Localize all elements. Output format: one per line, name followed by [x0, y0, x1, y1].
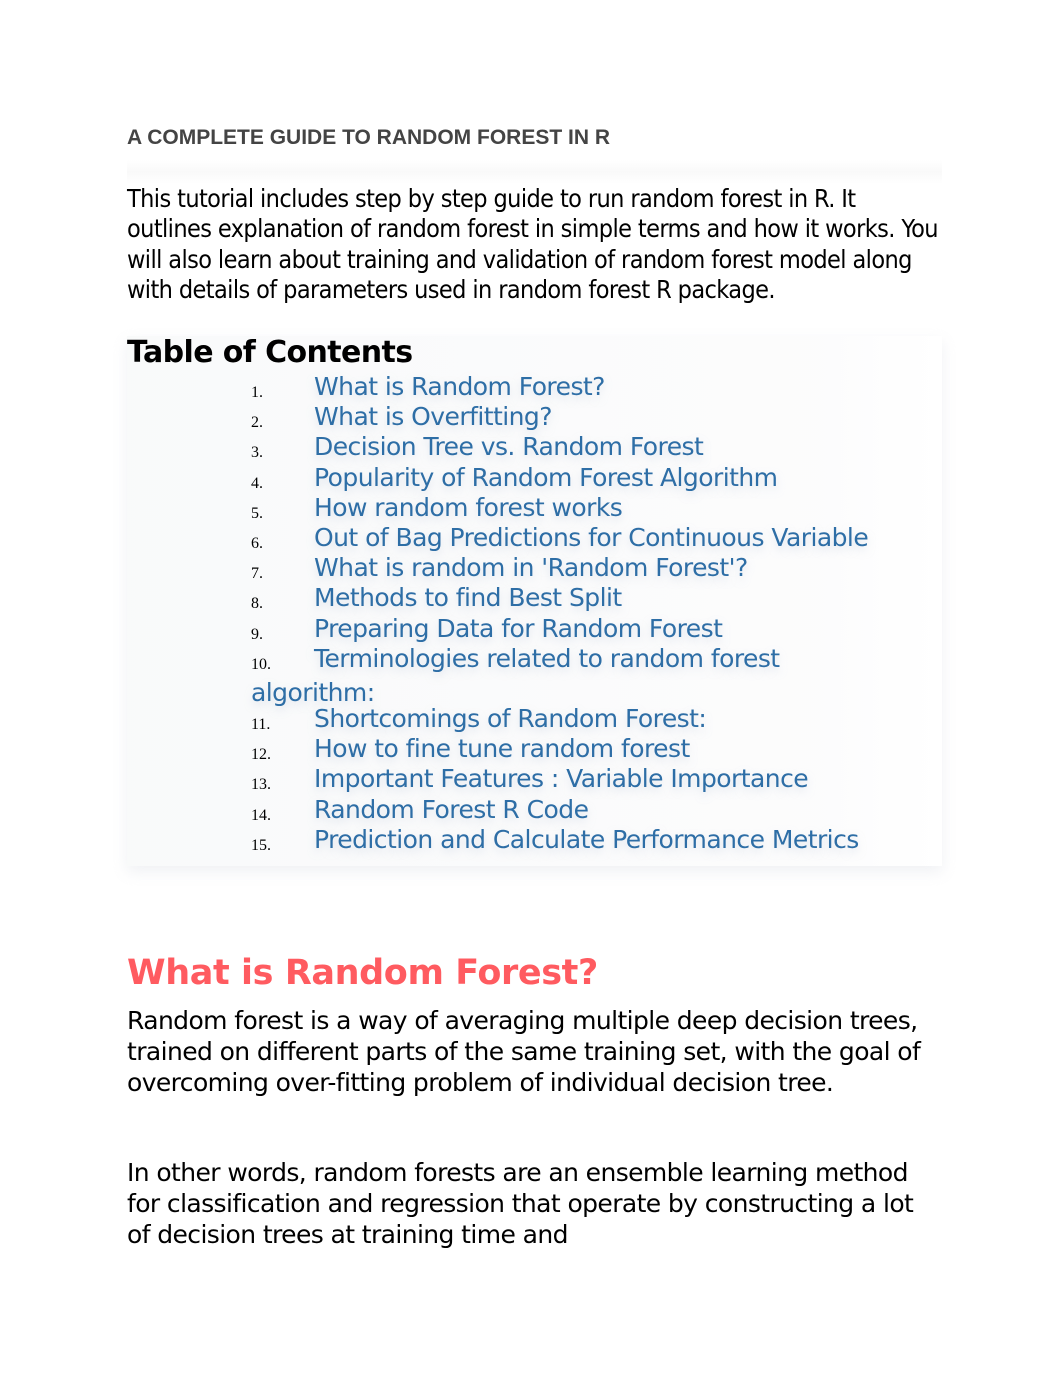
toc-heading: Table of Contents: [127, 335, 413, 370]
toc-link[interactable]: Popularity of Random Forest Algorithm: [314, 463, 778, 492]
toc-link[interactable]: Important Features : Variable Importance: [314, 764, 809, 793]
toc-item: 10. Terminologies related to random fores…: [251, 644, 831, 707]
toc-link[interactable]: Preparing Data for Random Forest: [314, 614, 723, 643]
toc-item-number: 15.: [251, 836, 271, 854]
toc-item: 8. Methods to find Best Split: [251, 583, 951, 613]
toc-item: 15. Prediction and Calculate Performance …: [251, 825, 951, 855]
title-divider: [127, 160, 942, 184]
toc-item: 4. Popularity of Random Forest Algorithm: [251, 463, 951, 493]
toc-link[interactable]: What is Overfitting?: [314, 402, 553, 431]
section-heading: What is Random Forest?: [127, 953, 598, 993]
toc-link[interactable]: Terminologies related to random forest a…: [251, 644, 780, 707]
document-title: A COMPLETE GUIDE TO RANDOM FOREST IN R: [127, 126, 611, 149]
toc-link[interactable]: What is Random Forest?: [314, 372, 605, 401]
toc-link[interactable]: Decision Tree vs. Random Forest: [314, 432, 704, 461]
toc-list: 1. What is Random Forest? 2. What is Overf…: [251, 372, 951, 855]
toc-item: 1. What is Random Forest?: [251, 372, 951, 402]
toc-link[interactable]: Shortcomings of Random Forest:: [314, 704, 707, 733]
toc-item: 11. Shortcomings of Random Forest:: [251, 704, 951, 734]
toc-link[interactable]: Methods to find Best Split: [314, 583, 622, 612]
toc-item: 2. What is Overfitting?: [251, 402, 951, 432]
section-paragraph: In other words, random forests are an en…: [127, 1158, 914, 1249]
toc-item-number: 10.: [251, 655, 271, 673]
toc-link[interactable]: How to fine tune random forest: [314, 734, 690, 763]
toc-item: 13. Important Features : Variable Importa…: [251, 764, 951, 794]
toc-item: 5. How random forest works: [251, 493, 951, 523]
toc-link[interactable]: Random Forest R Code: [314, 795, 589, 824]
toc-item: 3. Decision Tree vs. Random Forest: [251, 432, 951, 462]
toc-item: 14. Random Forest R Code: [251, 795, 951, 825]
toc-link[interactable]: Prediction and Calculate Performance Met…: [314, 825, 859, 854]
toc-link[interactable]: How random forest works: [314, 493, 623, 522]
toc-item: 12. How to fine tune random forest: [251, 734, 951, 764]
toc-item: 7. What is random in 'Random Forest'?: [251, 553, 951, 583]
toc-item: 6. Out of Bag Predictions for Continuous …: [251, 523, 951, 553]
section-paragraph: Random forest is a way of averaging mult…: [127, 1006, 921, 1097]
intro-paragraph: This tutorial includes step by step guid…: [127, 184, 939, 305]
toc-link[interactable]: Out of Bag Predictions for Continuous Va…: [314, 523, 869, 552]
toc-item: 9. Preparing Data for Random Forest: [251, 614, 951, 644]
toc-link[interactable]: What is random in 'Random Forest'?: [314, 553, 748, 582]
